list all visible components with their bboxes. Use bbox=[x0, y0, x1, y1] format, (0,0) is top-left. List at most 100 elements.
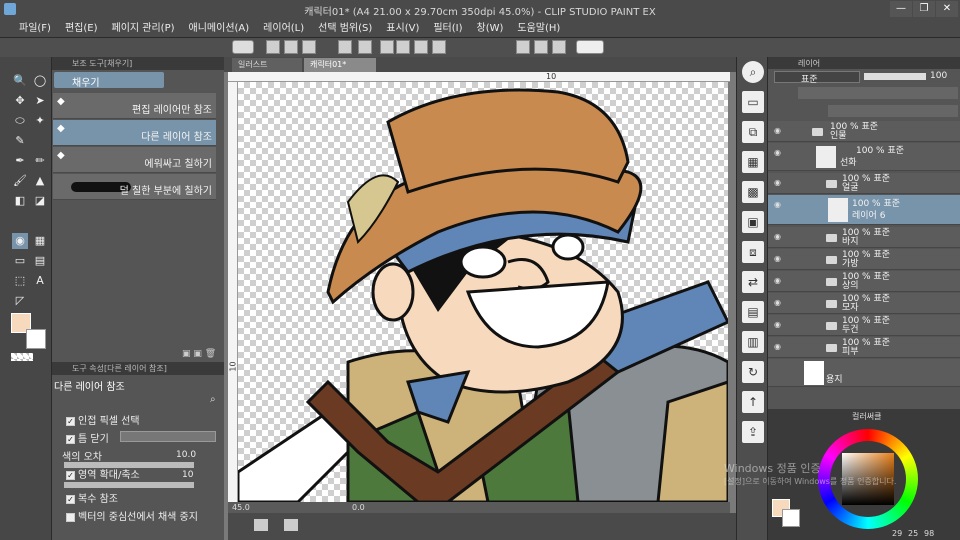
hsv-s-value[interactable]: 25 bbox=[908, 529, 918, 538]
fill-icon[interactable] bbox=[414, 40, 428, 54]
layer-tab[interactable]: 레이어 bbox=[768, 57, 960, 69]
clear-icon[interactable] bbox=[396, 40, 410, 54]
correct-line-tool-icon[interactable]: ◸ bbox=[12, 293, 28, 309]
text-tool-icon[interactable]: A bbox=[32, 273, 48, 289]
layer-row[interactable]: ◉ 100 % 표준 바지 bbox=[768, 227, 960, 248]
search-icon[interactable]: ⌕ bbox=[742, 61, 764, 83]
history-icon[interactable]: ⧈ bbox=[742, 241, 764, 263]
ruler-tool-icon[interactable]: ▤ bbox=[32, 253, 48, 269]
lasso-tool-icon[interactable]: ◯ bbox=[32, 73, 48, 89]
eye-icon[interactable]: ◉ bbox=[774, 298, 784, 308]
subtool-item[interactable]: 덜 칠한 부분에 칠하기 bbox=[53, 174, 216, 200]
gradient-tool-icon[interactable]: ▦ bbox=[32, 233, 48, 249]
close-gap-level-bar[interactable] bbox=[120, 431, 216, 442]
adjacent-pixel-checkbox[interactable]: ✓ 인접 픽셀 선택 bbox=[66, 412, 226, 427]
menu-layer[interactable]: 레이어(L) bbox=[256, 19, 311, 38]
area-scale-checkbox[interactable]: ✓ 영역 확대/축소 bbox=[66, 466, 226, 481]
subtool-item[interactable]: ◆ 에워싸고 칠하기 bbox=[53, 147, 216, 173]
layer-property-icon[interactable]: ▦ bbox=[742, 151, 764, 173]
subtool-item[interactable]: ◆ 편집 레이어만 참조 bbox=[53, 93, 216, 119]
subtool-item[interactable]: ◆ 다른 레이어 참조 bbox=[53, 120, 216, 146]
save-icon[interactable] bbox=[302, 40, 316, 54]
image-icon[interactable]: ▤ bbox=[742, 301, 764, 323]
eye-icon[interactable]: ◉ bbox=[774, 126, 784, 136]
layer-row-paper[interactable]: 용지 bbox=[768, 359, 960, 387]
layer-row[interactable]: ◉ 100 % 표준 모자 bbox=[768, 293, 960, 314]
transform-icon[interactable] bbox=[380, 40, 394, 54]
opacity-slider[interactable] bbox=[864, 73, 926, 80]
layer-row[interactable]: ◉ 100 % 표준 상의 bbox=[768, 271, 960, 292]
opacity-value[interactable]: 100 bbox=[930, 71, 947, 81]
layer-row-selected[interactable]: ◉ 100 % 표준 레이어 6 bbox=[768, 195, 960, 225]
menu-page[interactable]: 페이지 관리(P) bbox=[105, 19, 182, 38]
copy-layer-icon[interactable]: ⧉ bbox=[742, 121, 764, 143]
layer-toolbar[interactable] bbox=[798, 87, 958, 99]
tab-illustration[interactable]: 일러스트 bbox=[232, 58, 302, 72]
menu-filter[interactable]: 필터(I) bbox=[426, 19, 469, 38]
tone-icon[interactable]: ▩ bbox=[742, 181, 764, 203]
eye-icon[interactable]: ◉ bbox=[774, 178, 784, 188]
menu-selection[interactable]: 선택 범위(S) bbox=[311, 19, 379, 38]
subtool-footer-icons[interactable]: ▣ ▣ 🗑 bbox=[182, 349, 222, 359]
balloon-tool-icon[interactable]: ⬚ bbox=[12, 273, 28, 289]
material-icon[interactable]: ▭ bbox=[742, 91, 764, 113]
restore-button[interactable]: ❐ bbox=[913, 1, 935, 17]
menu-window[interactable]: 창(W) bbox=[470, 19, 511, 38]
eye-icon[interactable]: ◉ bbox=[774, 320, 784, 330]
export-icon[interactable]: ⇪ bbox=[742, 421, 764, 443]
zoom-value[interactable]: 45.0 bbox=[232, 503, 250, 512]
undo-icon[interactable] bbox=[338, 40, 352, 54]
area-scale-value[interactable]: 10 bbox=[182, 470, 193, 480]
airbrush-tool-icon[interactable]: ▲ bbox=[32, 173, 48, 189]
rotate-icon[interactable]: ↻ bbox=[742, 361, 764, 383]
eraser-tool-icon[interactable]: ◧ bbox=[12, 193, 28, 209]
menu-animation[interactable]: 애니메이션(A) bbox=[182, 19, 257, 38]
eye-icon[interactable]: ◉ bbox=[774, 254, 784, 264]
close-gap-checkbox[interactable]: ✓ 틈 닫기 bbox=[66, 430, 226, 445]
pen-tool-icon[interactable]: ✒ bbox=[12, 153, 28, 169]
redo-icon[interactable] bbox=[358, 40, 372, 54]
menu-help[interactable]: 도움말(H) bbox=[510, 19, 567, 38]
layer-row[interactable]: ◉ 100 % 표준 피부 bbox=[768, 337, 960, 358]
pencil-tool-icon[interactable]: ✏ bbox=[32, 153, 48, 169]
menu-edit[interactable]: 편집(E) bbox=[58, 19, 105, 38]
hsv-v-value[interactable]: 98 bbox=[924, 529, 934, 538]
layer-toolbar-2[interactable] bbox=[828, 105, 958, 117]
frame-tool-icon[interactable]: ▭ bbox=[12, 253, 28, 269]
close-button[interactable]: ✕ bbox=[936, 1, 958, 17]
mask-icon[interactable]: ▣ bbox=[742, 211, 764, 233]
blend-mode-select[interactable]: 표준 bbox=[774, 71, 860, 85]
open-file-icon[interactable] bbox=[284, 40, 298, 54]
eye-icon[interactable]: ◉ bbox=[774, 232, 784, 242]
timeline-icon[interactable] bbox=[254, 519, 268, 531]
clip-studio-icon[interactable] bbox=[232, 40, 254, 54]
sub-color-chip[interactable] bbox=[782, 509, 800, 527]
transparent-color-swatch[interactable] bbox=[11, 353, 33, 361]
arrow-icon[interactable]: ↑ bbox=[742, 391, 764, 413]
crop-icon[interactable] bbox=[432, 40, 446, 54]
tab-character01[interactable]: 캐릭터01* bbox=[304, 58, 376, 72]
eye-icon[interactable]: ◉ bbox=[774, 148, 784, 158]
tolerance-value[interactable]: 10.0 bbox=[176, 450, 196, 460]
layer-row[interactable]: ◉ 100 % 표준 선화 bbox=[768, 143, 960, 171]
eyedropper-tool-icon[interactable]: ✎ bbox=[12, 133, 28, 149]
artwork-canvas[interactable] bbox=[238, 82, 728, 502]
hsv-h-value[interactable]: 29 bbox=[892, 529, 902, 538]
blend-tool-icon[interactable]: ◪ bbox=[32, 193, 48, 209]
layer-row[interactable]: ◉ 100 % 표준 두건 bbox=[768, 315, 960, 336]
color-tab[interactable]: 컬러써클 bbox=[838, 411, 918, 423]
move-tool-icon[interactable]: ✥ bbox=[12, 93, 28, 109]
new-file-icon[interactable] bbox=[266, 40, 280, 54]
sub-color-swatch[interactable] bbox=[26, 329, 46, 349]
snap-special-icon[interactable] bbox=[534, 40, 548, 54]
layer-row[interactable]: ◉ 100 % 표준 가방 bbox=[768, 249, 960, 270]
layer-row[interactable]: ◉ 100 % 표준 인물 bbox=[768, 121, 960, 142]
minimize-button[interactable]: — bbox=[890, 1, 912, 17]
menu-file[interactable]: 파일(F) bbox=[12, 19, 58, 38]
snap-ruler-icon[interactable] bbox=[516, 40, 530, 54]
tool-property-magnifier-icon[interactable]: ⌕ bbox=[210, 394, 216, 405]
layer-row[interactable]: ◉ 100 % 표준 얼굴 bbox=[768, 173, 960, 194]
help-icon[interactable] bbox=[576, 40, 604, 54]
snap-grid-icon[interactable] bbox=[552, 40, 566, 54]
wand-tool-icon[interactable]: ✦ bbox=[32, 113, 48, 129]
